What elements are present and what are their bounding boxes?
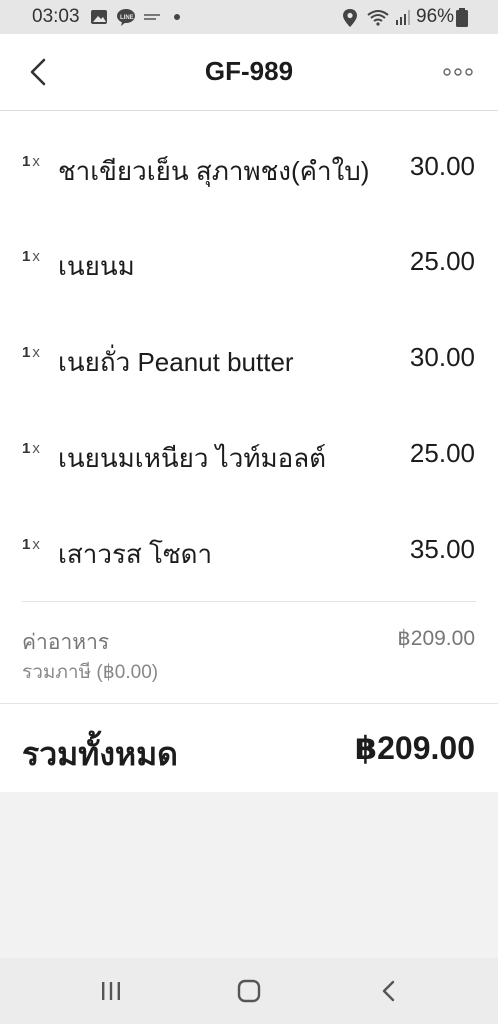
more-dots-icon[interactable]	[442, 64, 474, 80]
location-icon	[343, 9, 357, 27]
item-price: 30.00	[409, 342, 475, 372]
item-price: 25.00	[409, 246, 475, 276]
back-icon[interactable]	[376, 978, 402, 1004]
gallery-icon	[91, 10, 107, 24]
page-title: GF-989	[204, 56, 294, 86]
status-time: 03:03	[32, 6, 80, 27]
total-value: ฿209.00	[354, 730, 475, 766]
item-name: ชาเขียวเย็น สุภาพชง(คำใบ)	[58, 156, 370, 186]
item-name: เนยนมเหนียว ไวท์มอลต์	[58, 443, 327, 473]
item-price: 30.00	[409, 151, 475, 181]
signal-icon	[396, 10, 410, 25]
item-quantity: 1x	[22, 248, 40, 265]
item-name: เนยถั่ว Peanut butter	[58, 347, 294, 377]
wifi-icon	[367, 10, 389, 26]
tax-label: รวมภาษี (฿0.00)	[22, 662, 159, 683]
order-item: 1x เนยถั่ว Peanut butter 30.00	[0, 340, 498, 390]
order-item: 1x ชาเขียวเย็น สุภาพชง(คำใบ) 30.00	[0, 149, 498, 199]
subtotal-value: ฿209.00	[397, 627, 475, 650]
system-nav-bar	[0, 958, 498, 1024]
recents-icon[interactable]	[98, 978, 124, 1004]
divider	[22, 601, 476, 602]
item-quantity: 1x	[22, 344, 40, 361]
line-icon: LINE	[117, 9, 135, 26]
order-item: 1x เนยนม 25.00	[0, 244, 498, 294]
subtotal-label: ค่าอาหาร	[22, 631, 110, 654]
header: GF-989	[0, 34, 498, 111]
item-quantity: 1x	[22, 440, 40, 457]
notification-icon	[144, 14, 160, 20]
battery-percentage: 96%	[416, 6, 455, 27]
item-quantity: 1x	[22, 536, 40, 553]
dot-icon	[174, 14, 180, 20]
total-label: รวมทั้งหมด	[22, 736, 178, 772]
item-price: 25.00	[409, 438, 475, 468]
svg-text:LINE: LINE	[120, 15, 134, 21]
divider	[0, 703, 498, 704]
item-quantity: 1x	[22, 153, 40, 170]
item-price: 35.00	[409, 534, 475, 564]
order-detail: 1x ชาเขียวเย็น สุภาพชง(คำใบ) 30.00 1x เน…	[0, 111, 498, 792]
order-item: 1x เสาวรส โซดา 35.00	[0, 532, 498, 582]
home-icon[interactable]	[236, 978, 262, 1004]
item-name: เสาวรส โซดา	[58, 539, 213, 569]
item-name: เนยนม	[58, 251, 135, 281]
status-bar: 03:03 LINE 96%	[0, 0, 498, 34]
order-item: 1x เนยนมเหนียว ไวท์มอลต์ 25.00	[0, 436, 498, 486]
battery-icon	[456, 8, 468, 27]
